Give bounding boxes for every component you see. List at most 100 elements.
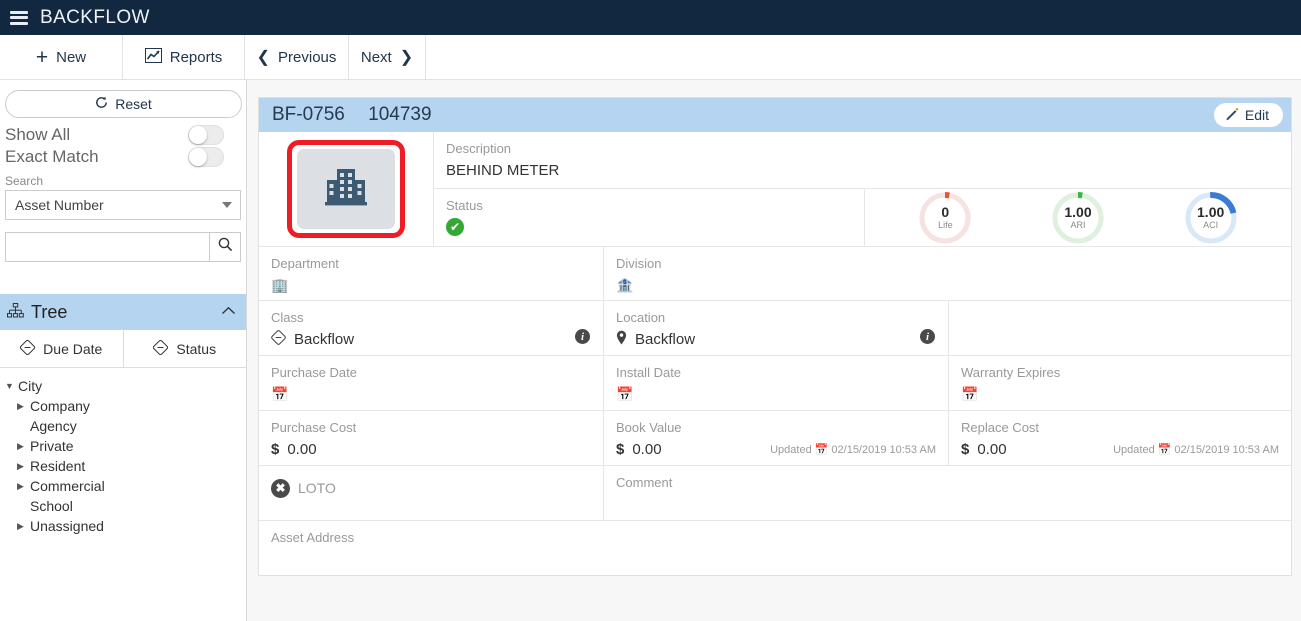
edit-button[interactable]: Edit (1213, 103, 1283, 127)
tree-node-list: ▼ City ▶ Company Agency ▶ Private ▶ Resi… (0, 368, 246, 621)
division-label: Division (616, 256, 662, 271)
tag-icon (20, 339, 36, 358)
show-all-label: Show All (5, 125, 71, 144)
loto-comment-row: ✖ LOTO Comment (259, 466, 1291, 521)
tree-node-label: Resident (30, 458, 86, 474)
gauge-group: 0 Life 1.00 ARI 1.00 ACI (864, 189, 1291, 246)
triangle-right-icon: ▶ (17, 400, 24, 411)
status-field: Status ✔ (446, 198, 864, 238)
division-value: 🏦 (616, 275, 1279, 295)
tab-due-date[interactable]: Due Date (0, 330, 124, 367)
department-field[interactable]: Department 🏢 (259, 247, 604, 300)
purchase-date-label: Purchase Date (271, 365, 357, 380)
class-field[interactable]: Class Backflow i (259, 301, 604, 355)
gauge-ari: 1.00 ARI (1051, 191, 1105, 245)
loto-field[interactable]: ✖ LOTO (259, 466, 604, 520)
loto-value: ✖ LOTO (271, 478, 591, 498)
asset-detail-card: BF-0756 104739 Edit Description BEHIND M… (258, 97, 1292, 576)
reset-wrapper: Reset (0, 80, 246, 124)
chevron-up-icon[interactable] (221, 303, 236, 321)
tree-panel-header[interactable]: Tree (0, 294, 246, 330)
search-field-select[interactable]: Asset Number (5, 190, 241, 220)
tree-node-school[interactable]: School (3, 496, 246, 516)
exact-match-toggle[interactable] (188, 147, 224, 167)
class-info-icon[interactable]: i (575, 329, 590, 344)
tab-status-label: Status (176, 340, 217, 357)
class-value: Backflow (271, 329, 591, 349)
sitemap-icon (7, 302, 24, 323)
class-label: Class (271, 310, 304, 325)
asset-card-header: BF-0756 104739 Edit (259, 98, 1291, 132)
tree-node-company[interactable]: ▶ Company (3, 396, 246, 416)
warranty-expires-value: 📅 (961, 384, 1279, 404)
new-button[interactable]: + New (0, 35, 123, 79)
tree-node-label: Commercial (30, 478, 105, 494)
triangle-right-icon: ▶ (17, 460, 24, 471)
search-button[interactable] (209, 232, 241, 262)
reset-button[interactable]: Reset (5, 90, 242, 118)
asset-photo-thumbnail[interactable] (297, 149, 395, 229)
plus-icon: + (35, 45, 49, 69)
location-value: Backflow (616, 329, 936, 349)
asset-address-label: Asset Address (271, 530, 355, 545)
currency-symbol: $ (616, 440, 625, 458)
comment-label: Comment (616, 475, 673, 490)
department-label: Department (271, 256, 339, 271)
show-all-toggle[interactable] (188, 125, 224, 145)
book-value-updated-label: Updated (770, 443, 812, 456)
replace-cost-label: Replace Cost (961, 420, 1040, 435)
currency-symbol: $ (961, 440, 970, 458)
tab-status[interactable]: Status (123, 330, 246, 367)
class-row-empty-cell (949, 301, 1291, 355)
tab-due-date-label: Due Date (43, 340, 103, 357)
tree-tabs: Due Date Status (0, 330, 246, 368)
costs-row: Purchase Cost $ 0.00 Book Value $ 0.00 U… (259, 411, 1291, 466)
tree-node-resident[interactable]: ▶ Resident (3, 456, 246, 476)
tree-node-private[interactable]: ▶ Private (3, 436, 246, 456)
warranty-expires-field[interactable]: Warranty Expires 📅 (949, 356, 1291, 410)
book-value-field[interactable]: Book Value $ 0.00 Updated 📅 02/15/2019 1… (604, 411, 949, 465)
main-content: BF-0756 104739 Edit Description BEHIND M… (247, 80, 1301, 621)
division-field[interactable]: Division 🏦 (604, 247, 1291, 300)
asset-id: BF-0756 (272, 104, 345, 125)
purchase-cost-field[interactable]: Purchase Cost $ 0.00 (259, 411, 604, 465)
location-field[interactable]: Location Backflow i (604, 301, 949, 355)
reports-button[interactable]: Reports (123, 35, 245, 79)
search-input[interactable] (5, 232, 209, 262)
description-field: Description BEHIND METER (434, 132, 1291, 189)
tree-node-agency[interactable]: Agency (3, 416, 246, 436)
book-value-label: Book Value (616, 420, 682, 435)
toggle-knob (189, 148, 207, 166)
tree-node-unassigned[interactable]: ▶ Unassigned (3, 516, 246, 536)
department-value: 🏢 (271, 275, 591, 295)
comment-field[interactable]: Comment (604, 466, 1291, 520)
next-button[interactable]: Next ❯ (349, 35, 426, 79)
tree-node-label: Agency (30, 418, 77, 434)
class-text: Backflow (294, 330, 355, 348)
check-circle-icon: ✔ (446, 218, 464, 236)
location-info-icon[interactable]: i (920, 329, 935, 344)
book-value-text: 0.00 (632, 440, 662, 458)
app-header: BACKFLOW (0, 0, 1301, 35)
tree-node-city[interactable]: ▼ City (3, 376, 246, 396)
tree-node-commercial[interactable]: ▶ Commercial (3, 476, 246, 496)
asset-address-field[interactable]: Asset Address (259, 521, 1291, 575)
asset-number: 104739 (368, 104, 432, 125)
tree-node-label: City (18, 378, 43, 394)
calendar-icon: 📅 (271, 385, 289, 402)
purchase-date-field[interactable]: Purchase Date 📅 (259, 356, 604, 410)
purchase-date-value: 📅 (271, 384, 591, 404)
book-value-updated-date: 02/15/2019 10:53 AM (831, 443, 936, 456)
show-all-row: Show All (0, 124, 246, 146)
warranty-expires-label: Warranty Expires (961, 365, 1061, 380)
triangle-right-icon: ▶ (17, 520, 24, 531)
currency-symbol: $ (271, 440, 280, 458)
gauge-label: ACI (1203, 219, 1219, 230)
install-date-field[interactable]: Install Date 📅 (604, 356, 949, 410)
map-pin-icon (616, 330, 627, 349)
replace-cost-field[interactable]: Replace Cost $ 0.00 Updated 📅 02/15/2019… (949, 411, 1291, 465)
loto-label: LOTO (298, 480, 336, 496)
asset-photo-cell[interactable] (259, 132, 434, 246)
hamburger-icon[interactable] (10, 10, 28, 25)
previous-button[interactable]: ❮ Previous (245, 35, 349, 79)
